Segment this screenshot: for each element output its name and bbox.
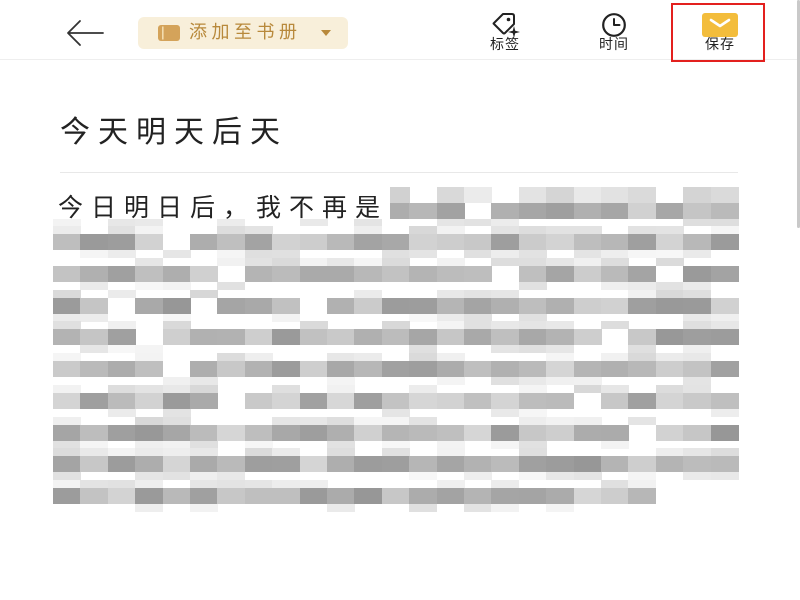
time-label: 时间 (599, 37, 629, 53)
note-title[interactable]: 今天明天后天 (60, 114, 288, 152)
note-body[interactable]: 今日明日后，我不再是 (53, 187, 738, 517)
back-button[interactable] (62, 14, 108, 52)
save-label: 保存 (705, 37, 735, 53)
note-body-text: 今日明日后，我不再是 (58, 193, 389, 222)
save-button[interactable]: 保存 (690, 8, 750, 56)
add-to-notebook-button[interactable]: 添加至书册 (138, 17, 348, 49)
add-to-notebook-label: 添加至书册 (189, 22, 302, 43)
chevron-down-icon (321, 30, 331, 36)
clock-icon (584, 11, 644, 38)
tag-label: 标签 (490, 37, 520, 53)
time-button[interactable]: 时间 (584, 8, 644, 56)
save-icon (690, 11, 750, 38)
tag-button[interactable]: 标签 (475, 8, 535, 56)
back-arrow-icon (67, 20, 104, 46)
note-editor-screen: 添加至书册 标签 时间 保存 今天明天后天 今日明日后，我不再是 (0, 0, 800, 600)
top-toolbar: 添加至书册 标签 时间 保存 (0, 0, 800, 62)
notebook-icon (158, 25, 180, 41)
tag-icon (475, 11, 535, 38)
title-divider (60, 172, 738, 173)
